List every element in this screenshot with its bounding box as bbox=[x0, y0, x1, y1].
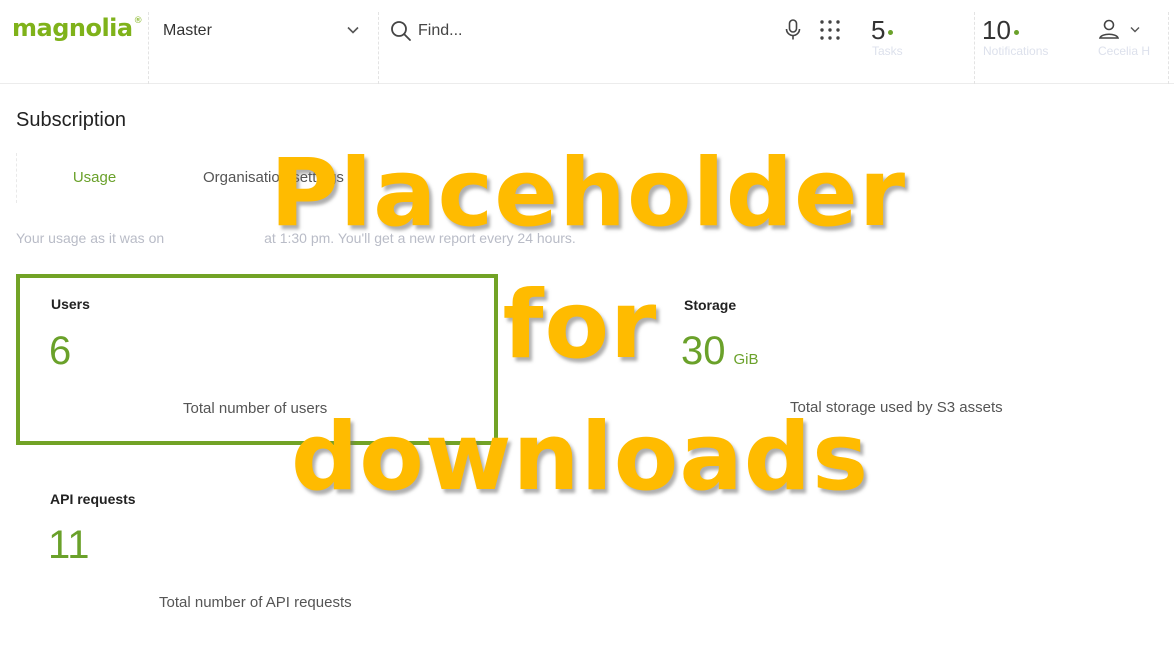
search-input[interactable] bbox=[418, 16, 758, 46]
api-requests-card[interactable]: API requests 11 Total number of API requ… bbox=[20, 472, 500, 640]
storage-card-value: 30 bbox=[681, 329, 726, 373]
tasks-indicator-dot bbox=[888, 30, 894, 36]
tasks-count: 5 bbox=[871, 15, 886, 45]
divider bbox=[148, 12, 149, 84]
page-title: Subscription bbox=[16, 109, 127, 131]
usage-note: Your usage as it was on at 1:30 pm. You'l… bbox=[16, 230, 576, 246]
divider bbox=[974, 12, 975, 84]
notifications-label: Notifications bbox=[983, 44, 1049, 58]
user-icon bbox=[1098, 19, 1120, 39]
tasks-counter[interactable]: 5 Tasks bbox=[871, 14, 903, 58]
notifications-indicator-dot bbox=[1013, 30, 1019, 36]
storage-card[interactable]: Storage 30 GiB Total storage used by S3 a… bbox=[670, 276, 1150, 444]
chevron-down-icon bbox=[1130, 27, 1140, 33]
api-requests-card-description: Total number of API requests bbox=[159, 594, 352, 611]
storage-card-unit: GiB bbox=[733, 351, 759, 368]
users-card-value: 6 bbox=[49, 329, 72, 373]
users-card-title: Users bbox=[51, 296, 90, 312]
api-requests-card-value: 11 bbox=[48, 523, 90, 567]
top-bar: magnolia® Master 5 Tasks 10 Notification… bbox=[0, 0, 1174, 84]
divider bbox=[378, 12, 379, 84]
notifications-counter[interactable]: 10 Notifications bbox=[982, 14, 1048, 58]
storage-card-description: Total storage used by S3 assets bbox=[790, 399, 1003, 416]
user-name: Cecelia H bbox=[1098, 44, 1151, 58]
users-card[interactable]: Users 6 Total number of users bbox=[16, 274, 498, 445]
tab-usage[interactable]: Usage bbox=[16, 153, 172, 203]
tasks-label: Tasks bbox=[872, 44, 903, 58]
chevron-down-icon bbox=[347, 26, 359, 34]
storage-card-value-row: 30 GiB bbox=[681, 329, 759, 382]
usage-note-start: Your usage as it was on bbox=[16, 230, 165, 246]
registered-mark: ® bbox=[133, 16, 143, 26]
usage-note-end: at 1:30 pm. You'll get a new report ever… bbox=[264, 230, 576, 246]
microphone-icon[interactable] bbox=[784, 19, 802, 41]
search-icon bbox=[391, 21, 411, 41]
tab-organisation-settings[interactable]: Organisation settings bbox=[203, 153, 344, 203]
logo-text: magnolia bbox=[12, 14, 133, 42]
api-requests-card-title: API requests bbox=[50, 491, 136, 507]
environment-select[interactable]: Master bbox=[150, 14, 372, 48]
storage-card-title: Storage bbox=[684, 297, 737, 313]
user-menu[interactable]: Cecelia H bbox=[1096, 19, 1160, 63]
notifications-count: 10 bbox=[982, 15, 1011, 45]
environment-selected-value: Master bbox=[163, 22, 212, 39]
users-card-description: Total number of users bbox=[183, 400, 328, 417]
tab-bar: Usage Organisation settings bbox=[16, 153, 396, 203]
divider bbox=[1168, 12, 1169, 84]
magnolia-logo[interactable]: magnolia® bbox=[12, 14, 143, 42]
grid-icon[interactable] bbox=[819, 19, 841, 41]
